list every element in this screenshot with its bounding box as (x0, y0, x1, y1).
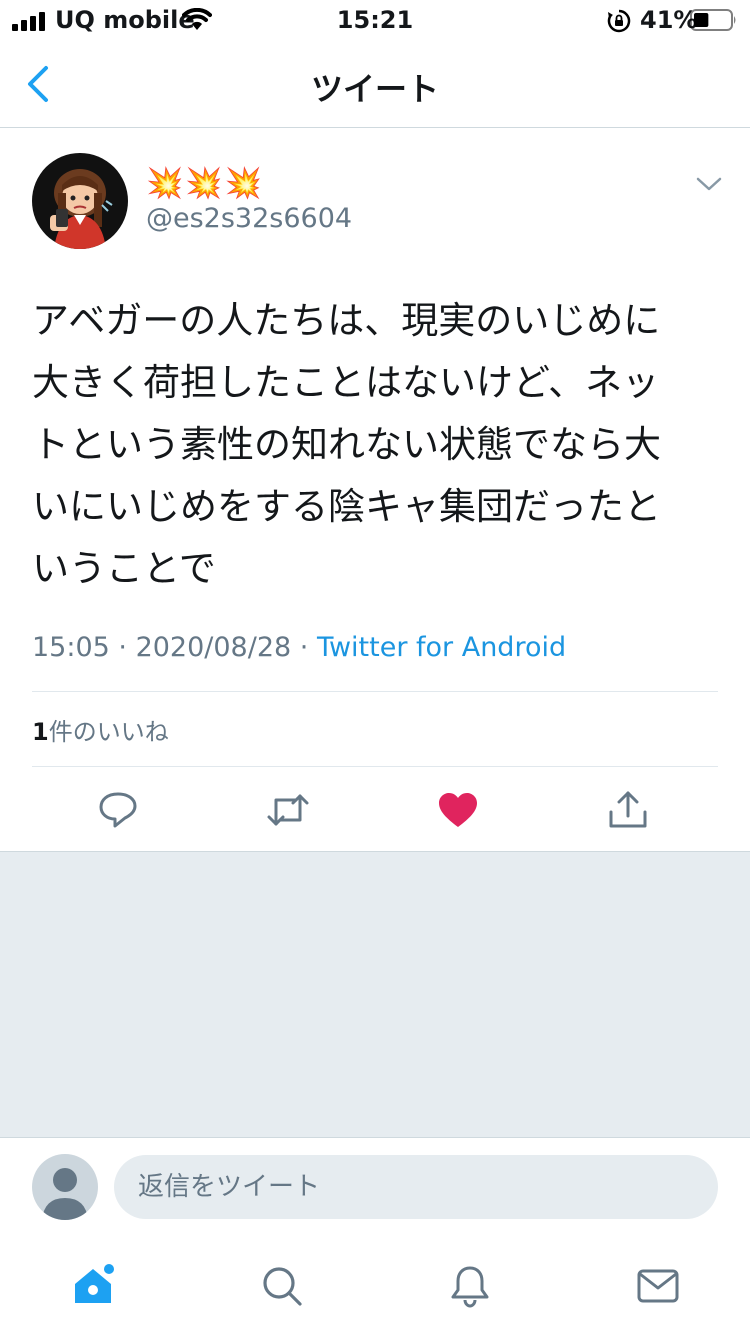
messages-icon (637, 1269, 679, 1303)
page-title: ツイート (310, 70, 439, 108)
status-bar: UQ mobile 15:21 41% (0, 0, 750, 40)
divider (32, 766, 718, 767)
tweet-time: 15:05 (32, 632, 110, 663)
replies-placeholder-area (0, 851, 750, 1138)
notifications-icon (451, 1266, 489, 1308)
avatar-illustration (32, 153, 128, 249)
home-icon (75, 1264, 114, 1303)
user-avatar (32, 1154, 98, 1220)
tweet-meta: 15:05 · 2020/08/28 · Twitter for Android (32, 632, 566, 663)
reply-button[interactable] (96, 788, 140, 832)
likes-label: 件のいいね (48, 718, 169, 746)
reply-icon (99, 792, 137, 828)
reply-input[interactable] (114, 1155, 718, 1219)
likes-count[interactable]: 1件のいいね (32, 712, 169, 747)
tab-messages[interactable] (636, 1264, 680, 1308)
share-button[interactable] (606, 788, 650, 832)
battery-percent: 41% (640, 6, 698, 34)
tweet-source-link[interactable]: Twitter for Android (317, 632, 566, 663)
retweet-button[interactable] (266, 788, 310, 832)
meta-separator: · (291, 632, 317, 663)
tweet-date: 2020/08/28 (135, 632, 292, 663)
search-icon (263, 1267, 302, 1306)
status-time: 15:21 (336, 6, 414, 34)
tweet-text: アベガーの人たちは、現実のいじめに 大きく荷担したことはないけど、ネッ トという… (32, 299, 661, 590)
tab-search[interactable] (260, 1264, 304, 1308)
like-icon (439, 793, 477, 827)
nav-bar: ツイート (0, 40, 750, 128)
like-button[interactable] (436, 788, 480, 832)
divider (32, 691, 718, 692)
share-icon (609, 791, 647, 828)
chevron-down-icon[interactable] (694, 172, 724, 196)
likes-number: 1 (32, 718, 49, 746)
rotation-lock-icon (607, 9, 631, 33)
author-handle[interactable]: @es2s32s6604 (146, 203, 352, 234)
author-display-name[interactable]: 💥💥💥 (146, 166, 264, 202)
retweet-icon (267, 794, 309, 826)
meta-separator: · (109, 632, 136, 663)
tab-notifications[interactable] (448, 1264, 492, 1308)
battery-icon (690, 9, 736, 31)
author-avatar[interactable] (32, 153, 128, 249)
default-avatar-icon (42, 1168, 88, 1220)
tab-home[interactable] (72, 1264, 116, 1308)
